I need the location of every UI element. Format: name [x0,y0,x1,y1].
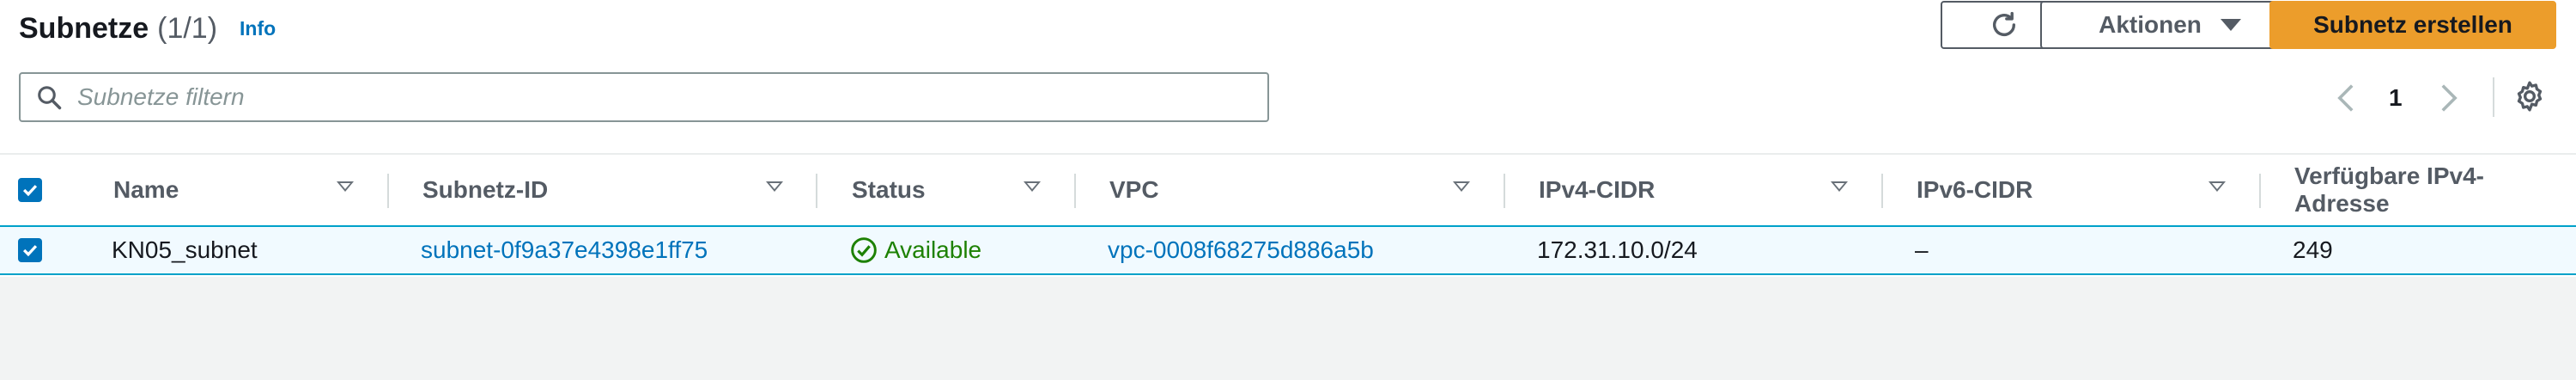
page-header: Subnetze (1/1) Info [19,7,276,50]
create-subnet-label: Subnetz erstellen [2313,11,2512,38]
page-title: Subnetze [19,11,149,45]
actions-dropdown-button[interactable]: Aktionen [2040,1,2300,49]
table-row[interactable]: KN05_subnet subnet-0f9a37e4398e1ff75 Ava… [0,225,2576,275]
filter-input[interactable] [76,83,1195,112]
column-header-name[interactable]: Name [113,155,179,225]
current-page-number[interactable]: 1 [2389,79,2403,117]
preferences-button[interactable] [2512,79,2547,118]
column-header-vpc[interactable]: VPC [1109,155,1159,225]
subnets-panel: Subnetze (1/1) Info Aktionen Subnetz ers… [0,0,2576,277]
column-divider[interactable] [1074,174,1076,208]
gear-icon [2517,81,2543,112]
subnet-id-link[interactable]: subnet-0f9a37e4398e1ff75 [421,227,708,273]
cell-ipv4-cidr: 172.31.10.0/24 [1537,236,1698,263]
refresh-icon [1992,11,2016,36]
filter-box [19,72,1269,122]
checkbox-checked-icon [22,245,38,257]
select-all-checkbox[interactable] [18,178,42,202]
chevron-left-icon [2337,84,2354,112]
sort-name-icon[interactable] [337,181,354,192]
column-header-ipv6-cidr[interactable]: IPv6-CIDR [1917,155,2032,225]
column-divider[interactable] [816,174,817,208]
selection-count: (1/1) [157,11,218,45]
next-page-button[interactable] [2439,79,2459,117]
create-subnet-button[interactable]: Subnetz erstellen [2269,1,2556,49]
row-checkbox[interactable] [18,238,42,262]
pagination-divider [2493,77,2494,117]
check-circle-icon [851,237,877,263]
sort-status-icon[interactable] [1024,181,1041,192]
actions-label: Aktionen [2099,11,2202,38]
caret-down-icon [2220,19,2241,31]
sort-subnet-id-icon[interactable] [766,181,783,192]
sort-vpc-icon[interactable] [1453,181,1470,192]
cell-name: KN05_subnet [112,236,258,263]
table-header: Name Subnetz-ID Status VPC IPv4-CIDR IPv… [0,153,2576,227]
column-header-subnet-id[interactable]: Subnetz-ID [422,155,548,225]
sort-ipv6-cidr-icon[interactable] [2208,181,2226,192]
sort-ipv4-cidr-icon[interactable] [1831,181,1848,192]
search-icon [38,86,62,110]
vpc-id-link[interactable]: vpc-0008f68275d886a5b [1108,227,1374,273]
column-divider[interactable] [2259,174,2261,208]
chevron-right-icon [2441,84,2458,112]
previous-page-button[interactable] [2336,79,2356,117]
info-link[interactable]: Info [240,17,276,40]
cell-available-ipv4: 249 [2293,236,2333,263]
column-header-ipv4-cidr[interactable]: IPv4-CIDR [1539,155,1655,225]
column-divider[interactable] [1504,174,1505,208]
status-label: Available [884,236,982,263]
cell-status: Available [850,227,981,273]
column-header-status[interactable]: Status [852,155,926,225]
checkbox-checked-icon [22,185,38,197]
column-divider[interactable] [387,174,389,208]
cell-ipv6-cidr: – [1915,236,1929,263]
column-header-available-ipv4[interactable]: Verfügbare IPv4-Adresse [2294,155,2576,225]
column-divider[interactable] [1881,174,1883,208]
